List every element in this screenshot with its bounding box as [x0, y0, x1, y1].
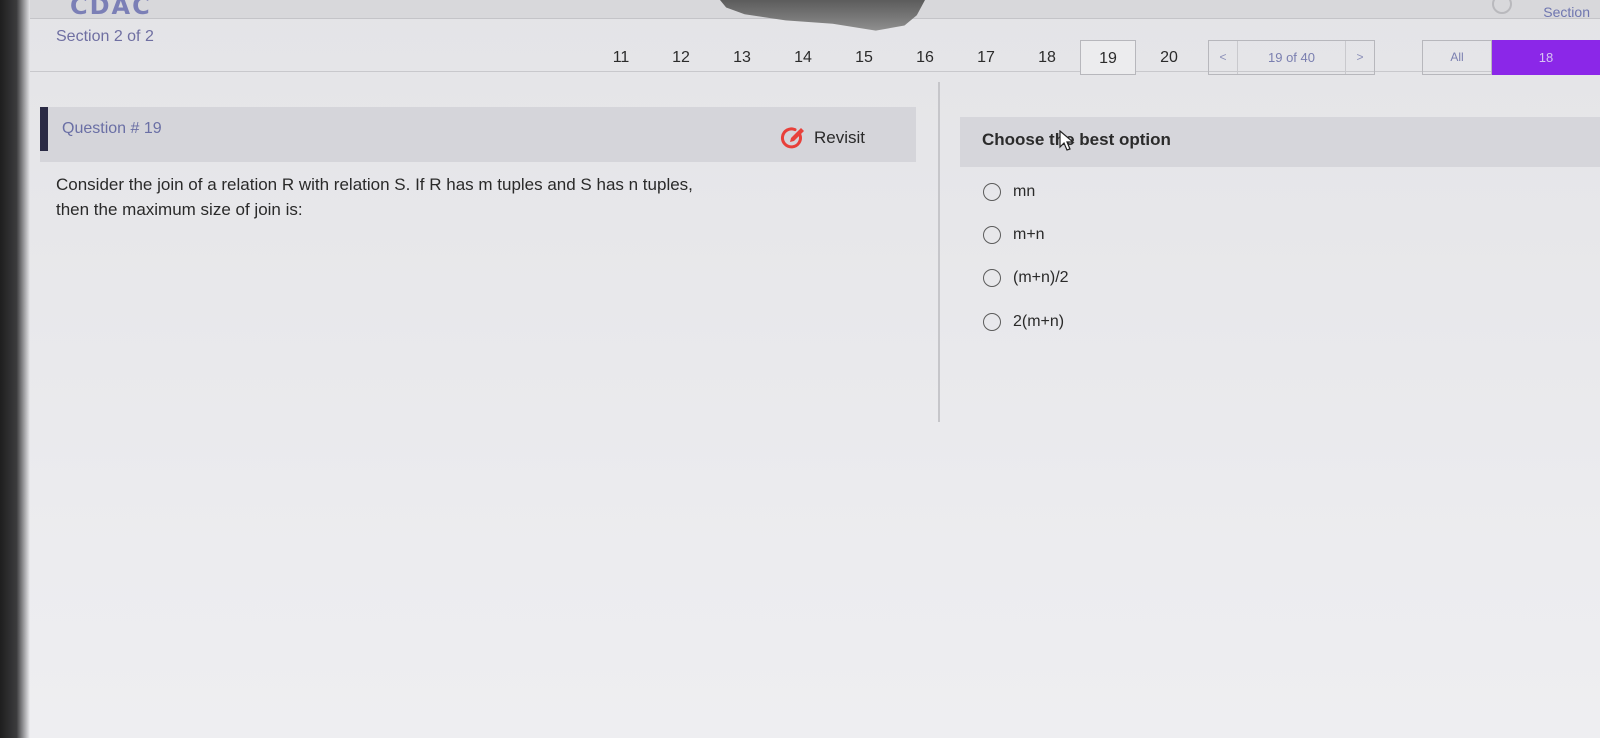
options-title: Choose the best option: [982, 130, 1171, 149]
question-nav-17[interactable]: 17: [958, 40, 1014, 75]
option-4-radio[interactable]: [983, 313, 1001, 331]
option-1-label: mn: [1013, 183, 1036, 200]
question-nav-11[interactable]: 11: [593, 40, 649, 75]
option-2-label: m+n: [1013, 226, 1045, 243]
option-2[interactable]: m+n: [983, 226, 1045, 244]
option-1-radio[interactable]: [983, 183, 1001, 201]
question-pager: < 19 of 40 >: [1208, 40, 1375, 75]
option-4-label: 2(m+n): [1013, 313, 1065, 330]
question-nav-18[interactable]: 18: [1019, 40, 1075, 75]
panel-divider: [938, 82, 940, 422]
option-3[interactable]: (m+n)/2: [983, 269, 1069, 287]
question-nav-12[interactable]: 12: [653, 40, 709, 75]
question-nav-13[interactable]: 13: [714, 40, 770, 75]
option-2-radio[interactable]: [983, 226, 1001, 244]
option-1[interactable]: mn: [983, 183, 1035, 201]
question-nav-16[interactable]: 16: [897, 40, 953, 75]
mouse-cursor-icon: [1059, 129, 1075, 157]
revisit-button[interactable]: Revisit: [780, 126, 865, 150]
question-nav-14[interactable]: 14: [775, 40, 831, 75]
section-label: Section 2 of 2: [56, 28, 154, 45]
next-question-button[interactable]: >: [1346, 41, 1374, 74]
question-nav-20[interactable]: 20: [1141, 40, 1197, 75]
question-header-accent: [40, 107, 48, 151]
option-3-label: (m+n)/2: [1013, 269, 1069, 286]
screen-bezel: [0, 0, 30, 738]
revisit-edit-icon: [780, 126, 806, 150]
question-counter: 19 of 40: [1237, 41, 1346, 74]
question-text: Consider the join of a relation R with r…: [56, 172, 906, 222]
question-text-line-2: then the maximum size of join is:: [56, 200, 303, 219]
revisit-label: Revisit: [814, 128, 866, 147]
question-number: Question # 19: [62, 120, 162, 137]
question-nav-15[interactable]: 15: [836, 40, 892, 75]
filter-all-button[interactable]: All: [1422, 40, 1492, 75]
option-3-radio[interactable]: [983, 269, 1001, 287]
answered-count-badge[interactable]: 18: [1492, 40, 1600, 75]
question-nav-19-active[interactable]: 19: [1080, 40, 1136, 75]
question-text-line-1: Consider the join of a relation R with r…: [56, 175, 693, 194]
prev-question-button[interactable]: <: [1209, 41, 1237, 74]
option-4[interactable]: 2(m+n): [983, 313, 1064, 331]
brand-logo: CDAC: [70, 0, 152, 20]
